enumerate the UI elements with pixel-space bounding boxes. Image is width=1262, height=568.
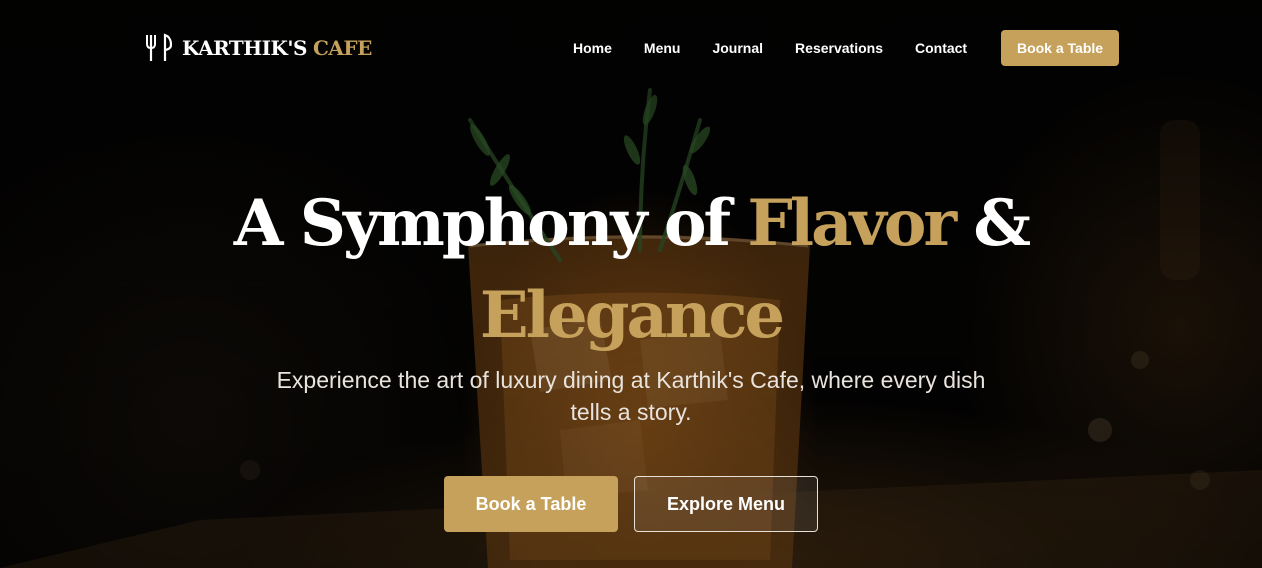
hero-subtitle: Experience the art of luxury dining at K… — [276, 367, 986, 425]
hero-cta-row: Book a Table Explore Menu — [444, 476, 818, 532]
headline-accent-elegance: Elegance — [479, 278, 785, 353]
nav-links: Home Menu Journal Reservations Contact — [573, 38, 999, 58]
hero-section: KARTHIK'S CAFE Home Menu Journal Reserva… — [0, 0, 1262, 568]
nav-link-journal[interactable]: Journal — [712, 40, 763, 56]
brand-logo[interactable]: KARTHIK'S CAFE — [144, 32, 372, 64]
headline-accent-flavor: Flavor — [747, 186, 957, 261]
hero-headline: A Symphony of Flavor & Elegance — [0, 178, 1262, 362]
headline-part2: & — [954, 186, 1031, 261]
nav-link-menu[interactable]: Menu — [644, 40, 681, 56]
nav-link-reservations[interactable]: Reservations — [795, 40, 883, 56]
nav-link-home[interactable]: Home — [573, 40, 612, 56]
brand-accent: CAFE — [312, 36, 372, 60]
explore-menu-button[interactable]: Explore Menu — [634, 476, 818, 532]
book-table-button[interactable]: Book a Table — [444, 476, 618, 532]
nav-book-table-button[interactable]: Book a Table — [1001, 30, 1119, 66]
fork-knife-icon — [144, 33, 172, 63]
nav-link-contact[interactable]: Contact — [915, 40, 967, 56]
top-navigation: KARTHIK'S CAFE Home Menu Journal Reserva… — [0, 0, 1262, 96]
headline-part1: A Symphony of — [233, 186, 748, 261]
brand-name: KARTHIK'S — [182, 36, 307, 60]
